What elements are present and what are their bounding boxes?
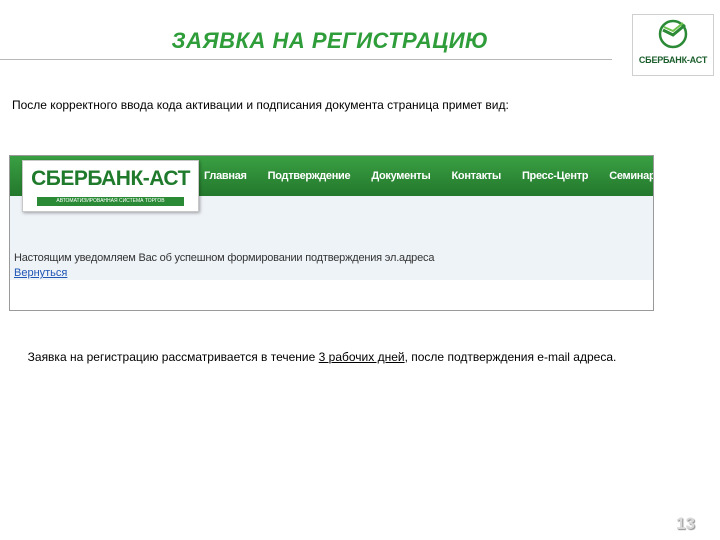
slide-title: ЗАЯВКА НА РЕГИСТРАЦИЮ	[171, 28, 489, 53]
sberbank-emblem-icon	[658, 19, 688, 49]
nav-link-home[interactable]: Главная	[204, 170, 247, 182]
nav-link-press-center[interactable]: Пресс-Центр	[522, 170, 589, 182]
caption-part-1: Заявка на регистрацию рассматривается в …	[27, 350, 319, 364]
nav-link-seminars[interactable]: Семинары	[609, 170, 653, 182]
site-logo-text: СБЕРБАНК-АСТ	[31, 167, 190, 190]
embedded-screenshot: Главная Подтверждение Документы Контакты…	[9, 155, 654, 311]
caption-part-2: , после подтверждения e-mail адреса.	[404, 350, 617, 364]
nav-link-contacts[interactable]: Контакты	[451, 170, 501, 182]
caption-highlight: 3 рабочих дней	[318, 350, 405, 364]
title-divider	[0, 59, 612, 60]
site-logo-subtitle: АВТОМАТИЗИРОВАННАЯ СИСТЕМА ТОРГОВ	[37, 197, 184, 206]
caption-text: Заявка на регистрацию рассматривается в …	[12, 348, 632, 367]
site-logo[interactable]: СБЕРБАНК-АСТ АВТОМАТИЗИРОВАННАЯ СИСТЕМА …	[22, 160, 199, 212]
site-nav-links: Главная Подтверждение Документы Контакты…	[204, 156, 653, 196]
back-link[interactable]: Вернуться	[14, 267, 67, 279]
page-number: 13	[676, 514, 695, 533]
confirmation-notice: Настоящим уведомляем Вас об успешном фор…	[14, 252, 435, 264]
nav-link-confirmation[interactable]: Подтверждение	[268, 170, 351, 182]
sberbank-logo: СБЕРБАНК-АСТ	[632, 14, 714, 76]
nav-link-documents[interactable]: Документы	[371, 170, 430, 182]
intro-text: После корректного ввода кода активации и…	[12, 98, 509, 112]
logo-text: СБЕРБАНК-АСТ	[638, 55, 708, 65]
